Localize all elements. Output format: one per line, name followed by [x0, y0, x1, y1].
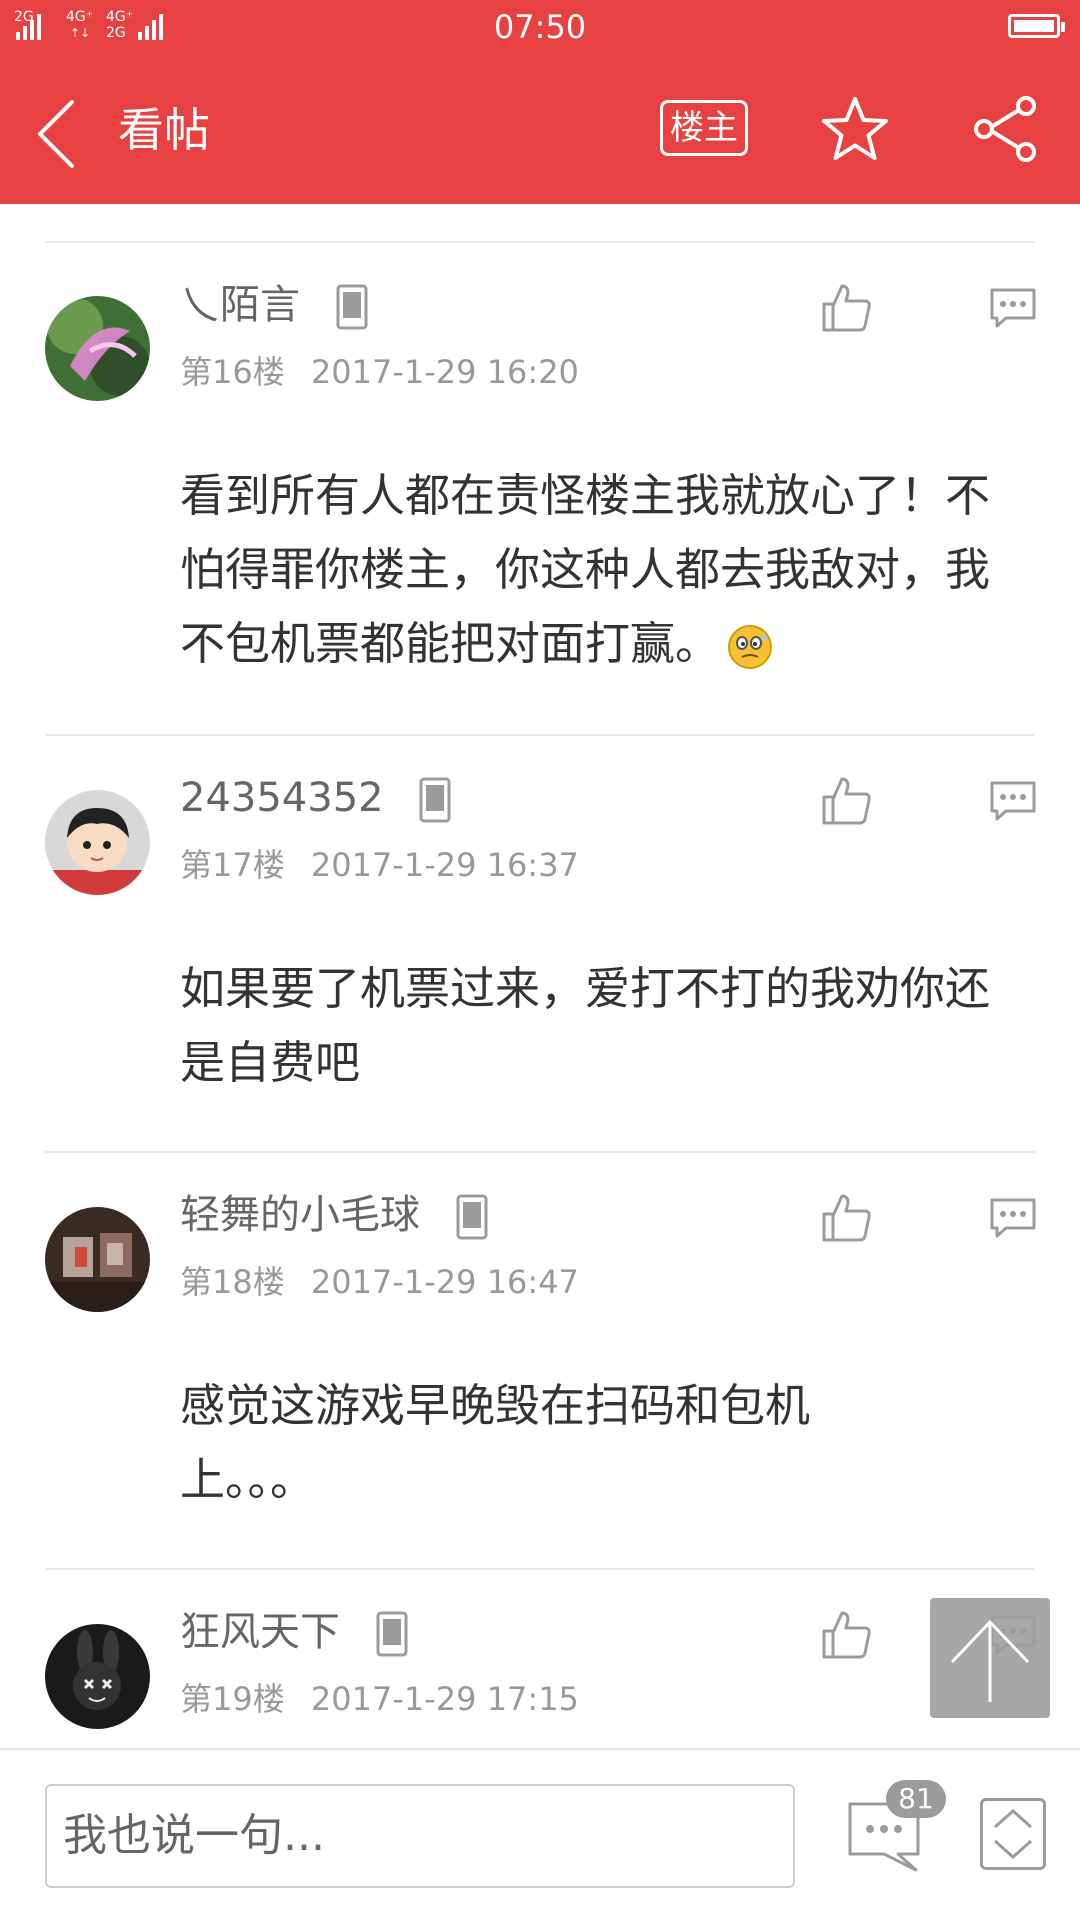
phone-icon: [419, 777, 451, 823]
username[interactable]: 轻舞的小毛球: [180, 1190, 489, 1240]
like-button[interactable]: [820, 282, 872, 334]
only-op-button[interactable]: 楼主: [660, 100, 748, 156]
post-time: 2017-1-29 16:20: [310, 353, 579, 391]
scroll-to-top-button[interactable]: [930, 1598, 1050, 1718]
username-text: 狂风天下: [180, 1609, 340, 1655]
battery-icon: [1008, 14, 1065, 38]
post-meta: 第17楼 2017-1-29 16:37: [180, 845, 579, 885]
avatar[interactable]: [45, 296, 150, 401]
post-content: 如果要了机票过来，爱打不打的我劝你还是自费吧: [180, 962, 991, 1089]
bottom-bar: 我也说一句... 81: [0, 1748, 1080, 1920]
avatar-image: [45, 790, 150, 895]
comment-count-badge: 81: [886, 1780, 946, 1818]
arrow-up-icon: [950, 1619, 1030, 1702]
thumbs-up-icon: [822, 777, 871, 825]
post-floor-17: 24354352 第17楼 2017-1-29 16:37 如果要了机票过来，爱…: [0, 735, 1080, 1152]
phone-icon: [336, 284, 368, 330]
post-meta: 第16楼 2017-1-29 16:20: [180, 352, 579, 392]
favorite-button[interactable]: [820, 94, 890, 164]
post-meta: 第19楼 2017-1-29 17:15: [180, 1679, 579, 1719]
nav-bar: 看帖 楼主: [0, 58, 1080, 204]
like-button[interactable]: [820, 1609, 872, 1661]
status-bar: 2G 4G⁺ ↑↓ 4G⁺ 2G 07:50: [0, 0, 1080, 58]
floor-number: 第16楼: [180, 353, 285, 391]
post-content: 看到所有人都在责怪楼主我就放心了！不怕得罪你楼主，你这种人都去我敌对，我不包机票…: [180, 459, 1010, 681]
post-meta: 第18楼 2017-1-29 16:47: [180, 1262, 579, 1302]
back-icon: [38, 100, 74, 168]
reply-input[interactable]: 我也说一句...: [45, 1784, 795, 1888]
username[interactable]: 24354352: [180, 773, 452, 823]
avatar[interactable]: [45, 1624, 150, 1729]
thumbs-up-icon: [822, 1611, 871, 1659]
username-text: 轻舞的小毛球: [180, 1192, 420, 1238]
reply-button[interactable]: [988, 1196, 1038, 1240]
post-floor-18: 轻舞的小毛球 第18楼 2017-1-29 16:47 感觉这游戏早晚毁在扫码和…: [0, 1152, 1080, 1568]
reply-button[interactable]: [988, 286, 1038, 330]
phone-icon: [456, 1194, 488, 1240]
like-button[interactable]: [820, 775, 872, 827]
post-floor-19: 狂风天下 第19楼 2017-1-29 17:15: [0, 1569, 1080, 1747]
status-time: 07:50: [493, 8, 587, 46]
back-button[interactable]: [30, 94, 90, 174]
avatar-image: [45, 1207, 150, 1312]
share-button[interactable]: [970, 94, 1040, 164]
star-icon: [822, 97, 888, 160]
avatar-image: [45, 296, 150, 401]
thumbs-up-icon: [822, 1194, 871, 1242]
post-content: 感觉这游戏早晚毁在扫码和包机上。。。: [180, 1379, 811, 1506]
post-time: 2017-1-29 17:15: [310, 1680, 579, 1718]
post-floor-16: 乀陌言 第16楼 2017-1-29 16:20 看到所有人都在责怪楼主我就放心…: [0, 242, 1080, 734]
floor-number: 第17楼: [180, 846, 285, 884]
like-button[interactable]: [820, 1192, 872, 1244]
avatar[interactable]: [45, 1207, 150, 1312]
username-text: 乀陌言: [180, 282, 300, 328]
floor-number: 第19楼: [180, 1680, 285, 1718]
comment-icon: [990, 781, 1036, 821]
username[interactable]: 乀陌言: [180, 280, 369, 330]
avatar-image: [45, 1624, 150, 1729]
comment-icon: [990, 288, 1036, 328]
username-text: 24354352: [180, 775, 384, 821]
reply-button[interactable]: [988, 779, 1038, 823]
top-header: 2G 4G⁺ ↑↓ 4G⁺ 2G 07:50 看帖 楼主: [0, 0, 1080, 204]
up-down-chevron-icon: [994, 1808, 1032, 1860]
thumbs-up-icon: [822, 284, 871, 332]
post-time: 2017-1-29 16:37: [310, 846, 579, 884]
floor-jump-button[interactable]: [980, 1798, 1046, 1870]
share-icon: [974, 96, 1036, 162]
username[interactable]: 狂风天下: [180, 1607, 409, 1657]
floor-number: 第18楼: [180, 1263, 285, 1301]
avatar[interactable]: [45, 790, 150, 895]
post-content-text: 看到所有人都在责怪楼主我就放心了！不怕得罪你楼主，你这种人都去我敌对，我不包机票…: [180, 469, 991, 670]
page-title: 看帖: [118, 103, 210, 157]
post-time: 2017-1-29 16:47: [310, 1263, 579, 1301]
sweat-smile-emoji-icon: [728, 625, 773, 669]
comment-icon: [990, 1198, 1036, 1238]
phone-icon: [376, 1611, 408, 1657]
